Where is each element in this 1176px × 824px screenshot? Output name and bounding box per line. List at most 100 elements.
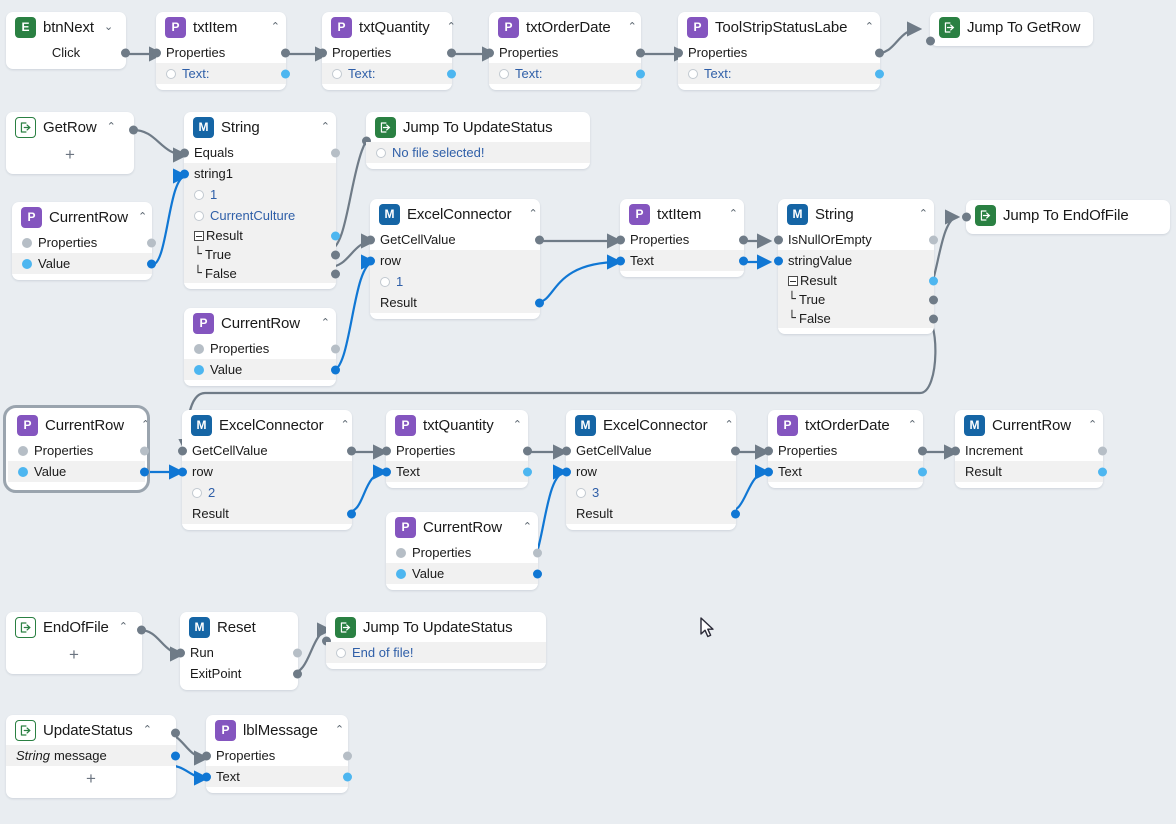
row-row[interactable]: row xyxy=(562,461,736,482)
output-port[interactable] xyxy=(739,256,748,265)
collapse-toggle-icon[interactable] xyxy=(194,230,204,241)
node-header[interactable]: Jump To UpdateStatus xyxy=(322,612,546,646)
input-port[interactable] xyxy=(764,446,773,455)
add-row-button[interactable]: + xyxy=(6,642,142,668)
row-is-null-or-empty[interactable]: IsNullOrEmpty xyxy=(774,229,938,250)
row-properties[interactable]: Properties xyxy=(184,338,340,359)
row-text[interactable]: Text: xyxy=(322,63,456,84)
input-port[interactable] xyxy=(562,467,571,476)
chevron-up-icon[interactable]: ⌃ xyxy=(143,724,152,736)
node-header[interactable]: Jump To EndOfFile xyxy=(962,200,1170,230)
input-port[interactable] xyxy=(562,446,571,455)
node-txt-order-date-top[interactable]: P txtOrderDate ⌃ Properties Text: xyxy=(485,12,645,90)
input-port[interactable] xyxy=(764,467,773,476)
chevron-up-icon[interactable]: ⌃ xyxy=(335,724,344,736)
input-port[interactable] xyxy=(202,772,211,781)
output-port[interactable] xyxy=(929,276,938,285)
row-text[interactable]: Text: xyxy=(156,63,290,84)
output-port[interactable] xyxy=(147,238,156,247)
node-header[interactable]: E btnNext ⌄ xyxy=(6,12,126,42)
node-current-row-4[interactable]: P CurrentRow ⌃ Properties Value xyxy=(386,512,542,590)
chevron-up-icon[interactable]: ⌃ xyxy=(321,121,330,133)
row-properties[interactable]: Properties xyxy=(152,42,290,63)
output-port[interactable] xyxy=(636,48,645,57)
output-port[interactable] xyxy=(875,69,884,78)
pin-icon[interactable] xyxy=(396,568,406,579)
chevron-up-icon[interactable]: ⌃ xyxy=(628,21,637,33)
pin-icon[interactable] xyxy=(18,466,28,477)
node-lbl-message[interactable]: P lblMessage ⌃ Properties Text xyxy=(202,715,352,793)
node-string-isnullorempty[interactable]: M String ⌃ IsNullOrEmpty stringValue Res… xyxy=(774,199,938,334)
row-click[interactable]: Click xyxy=(6,42,130,63)
row-row[interactable]: row xyxy=(178,461,352,482)
node-header[interactable]: P txtOrderDate ⌃ xyxy=(489,12,641,42)
pin-icon[interactable] xyxy=(194,189,204,200)
row-text[interactable]: Text: xyxy=(489,63,645,84)
output-port[interactable] xyxy=(331,250,340,259)
output-port[interactable] xyxy=(331,231,340,240)
node-header[interactable]: P CurrentRow ⌃ xyxy=(12,202,152,232)
node-jump-to-get-row[interactable]: Jump To GetRow xyxy=(926,12,1093,46)
input-port[interactable] xyxy=(674,48,683,57)
node-txt-item-mid[interactable]: P txtItem ⌃ Properties Text xyxy=(616,199,748,277)
row-arg-2[interactable]: 2 xyxy=(182,482,352,503)
row-result[interactable]: Result xyxy=(566,503,740,524)
output-port[interactable] xyxy=(121,48,130,57)
pin-icon[interactable] xyxy=(194,210,204,221)
node-header[interactable]: P txtItem ⌃ xyxy=(156,12,286,42)
output-port[interactable] xyxy=(281,69,290,78)
node-header[interactable]: EndOfFile ⌃ xyxy=(6,612,146,642)
chevron-up-icon[interactable]: ⌃ xyxy=(529,208,538,220)
output-port[interactable] xyxy=(343,751,352,760)
output-port[interactable] xyxy=(1098,446,1107,455)
row-increment[interactable]: Increment xyxy=(951,440,1107,461)
output-port[interactable] xyxy=(739,235,748,244)
node-txt-quantity-top[interactable]: P txtQuantity ⌃ Properties Text: xyxy=(318,12,456,90)
node-jump-to-end-of-file[interactable]: Jump To EndOfFile xyxy=(962,200,1170,234)
input-port[interactable] xyxy=(180,169,189,178)
input-port[interactable] xyxy=(176,648,185,657)
output-port[interactable] xyxy=(447,48,456,57)
node-excel-connector-3[interactable]: M ExcelConnector ⌃ GetCellValue row 3 Re… xyxy=(562,410,740,530)
node-excel-connector-2[interactable]: M ExcelConnector ⌃ GetCellValue row 2 Re… xyxy=(178,410,356,530)
input-port[interactable] xyxy=(178,467,187,476)
row-value[interactable]: Value xyxy=(8,461,149,482)
pin-icon[interactable] xyxy=(192,487,202,498)
row-text[interactable]: Text xyxy=(202,766,352,787)
input-port[interactable] xyxy=(926,36,935,46)
chevron-up-icon[interactable]: ⌃ xyxy=(729,208,738,220)
node-current-row-2[interactable]: P CurrentRow ⌃ Properties Value xyxy=(184,308,340,386)
row-result[interactable]: Result xyxy=(184,226,340,245)
output-port[interactable] xyxy=(918,467,927,476)
node-btn-next[interactable]: E btnNext ⌄ Click xyxy=(6,12,130,69)
row-string1[interactable]: string1 xyxy=(180,163,336,184)
input-port[interactable] xyxy=(382,446,391,455)
input-port[interactable] xyxy=(616,256,625,265)
row-text[interactable]: Text xyxy=(382,461,532,482)
node-string-equals[interactable]: M String ⌃ Equals string1 1 CurrentCultu… xyxy=(180,112,340,289)
output-port[interactable] xyxy=(331,365,340,374)
node-txt-item-top[interactable]: P txtItem ⌃ Properties Text: xyxy=(152,12,290,90)
chevron-up-icon[interactable]: ⌃ xyxy=(271,21,280,33)
node-header[interactable]: UpdateStatus ⌃ xyxy=(6,715,180,745)
row-properties[interactable]: Properties xyxy=(318,42,456,63)
node-header[interactable]: P ToolStripStatusLabe ⌃ xyxy=(678,12,880,42)
node-header[interactable]: P CurrentRow ⌃ xyxy=(184,308,336,338)
chevron-up-icon[interactable]: ⌃ xyxy=(919,208,928,220)
row-result[interactable]: Result xyxy=(955,461,1107,482)
input-port[interactable] xyxy=(318,48,327,57)
row-text[interactable]: Text xyxy=(764,461,927,482)
input-port[interactable] xyxy=(774,235,783,244)
row-properties[interactable]: Properties xyxy=(12,232,156,253)
chevron-up-icon[interactable]: ⌃ xyxy=(513,419,522,431)
node-reset[interactable]: M Reset Run ExitPoint xyxy=(176,612,302,690)
row-current-culture[interactable]: CurrentCulture xyxy=(184,205,336,226)
pin-icon[interactable] xyxy=(376,147,386,158)
input-port[interactable] xyxy=(774,256,783,265)
output-port[interactable] xyxy=(347,446,356,455)
node-jump-to-update-status-1[interactable]: Jump To UpdateStatus No file selected! xyxy=(362,112,590,169)
output-port[interactable] xyxy=(636,69,645,78)
row-value[interactable]: Value xyxy=(386,563,542,584)
row-get-cell-value[interactable]: GetCellValue xyxy=(366,229,544,250)
row-properties[interactable]: Properties xyxy=(485,42,645,63)
